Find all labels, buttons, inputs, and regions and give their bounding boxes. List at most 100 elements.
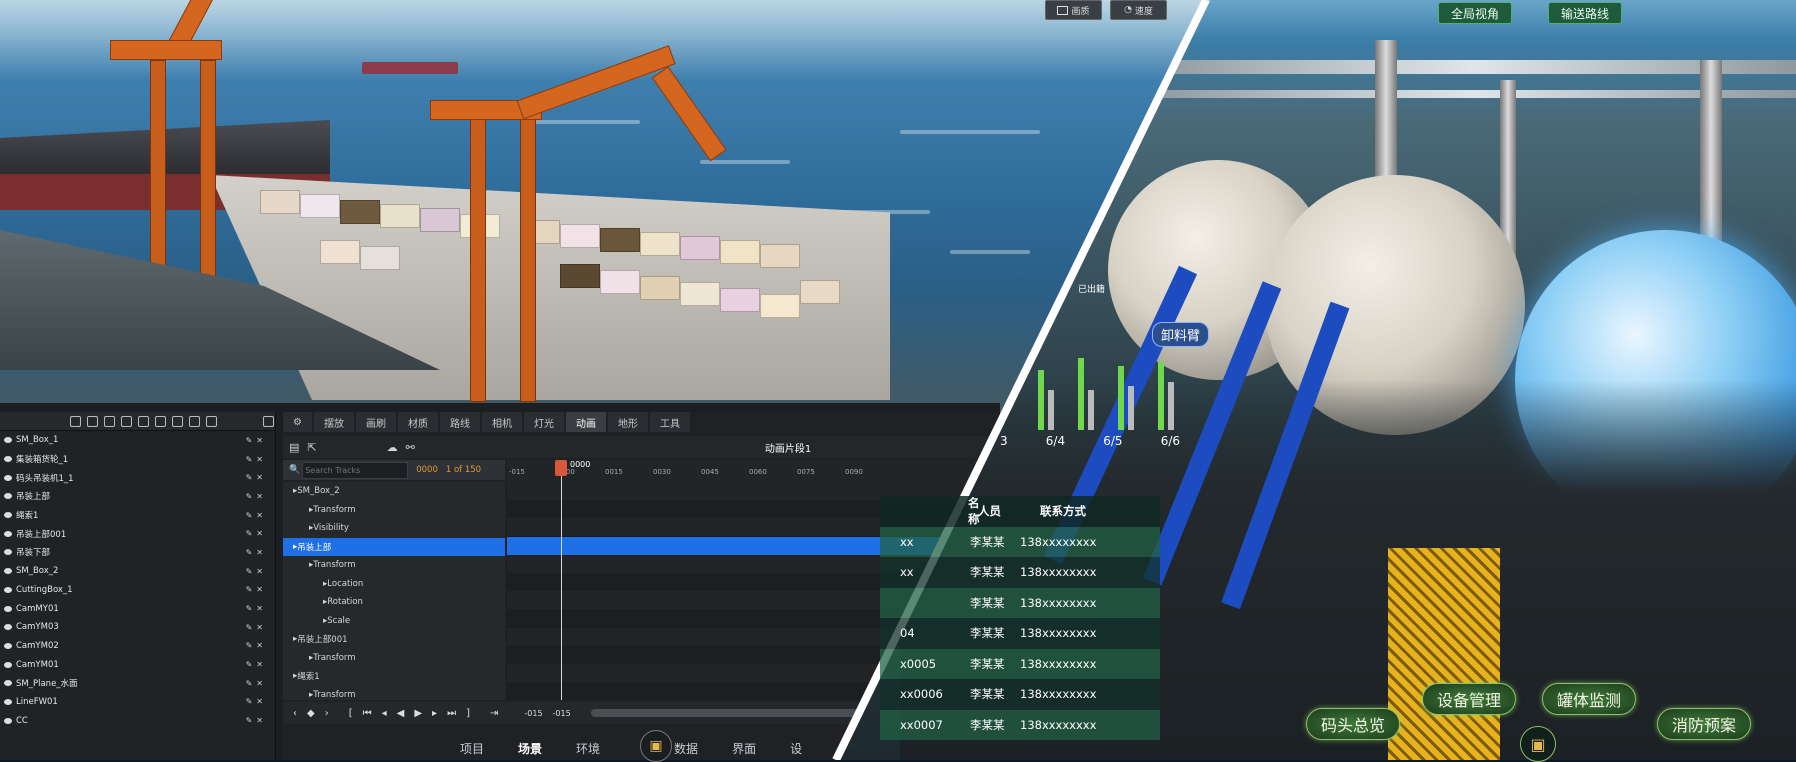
tab-6[interactable]: 动画 <box>565 412 606 432</box>
eye-icon[interactable] <box>4 624 12 631</box>
export-icon[interactable]: ⇱ <box>307 441 316 454</box>
edit-delete-icons[interactable]: ✎✕ <box>246 585 267 594</box>
loop-icon[interactable]: ⇥ <box>490 708 498 719</box>
tab-8[interactable]: 工具 <box>649 412 690 432</box>
global-view-button[interactable]: 全局视角 <box>1438 2 1513 24</box>
copy-icon[interactable] <box>138 415 149 427</box>
expand-icon[interactable] <box>70 415 81 427</box>
eye-icon[interactable] <box>4 493 12 500</box>
outliner-item[interactable]: CuttingBox_1 ✎✕ <box>0 581 275 600</box>
outliner-item[interactable]: 码头吊装机1_1 ✎✕ <box>0 468 275 487</box>
eye-icon[interactable] <box>4 512 12 519</box>
outliner-item[interactable]: CC ✎✕ <box>0 711 275 730</box>
tab-icon-settings[interactable]: ⚙ <box>283 412 312 432</box>
delivery-route-button[interactable]: 输送路线 <box>1548 2 1623 24</box>
bottom-nav-item[interactable]: 项目 <box>460 740 484 757</box>
edit-delete-icons[interactable]: ✎✕ <box>246 492 267 501</box>
speed-button[interactable]: ◔ 速度 <box>1110 0 1167 20</box>
eye-icon[interactable] <box>4 437 12 444</box>
track-row[interactable]: ▸ 吊装上部001 <box>283 630 505 649</box>
bottom-nav-item[interactable]: 场景 <box>518 740 542 757</box>
folder-icon[interactable] <box>121 415 132 427</box>
nav-tank-monitoring[interactable]: 罐体监测 <box>1542 683 1637 715</box>
edit-delete-icons[interactable]: ✎✕ <box>246 511 267 520</box>
prev-key-icon[interactable]: ‹ <box>293 708 297 719</box>
track-row[interactable]: ▸ Location <box>283 575 505 594</box>
duplicate-icon[interactable] <box>172 415 183 427</box>
tab-5[interactable]: 灯光 <box>523 412 564 432</box>
outliner-item[interactable]: CamYM03 ✎✕ <box>0 618 275 637</box>
edit-delete-icons[interactable]: ✎✕ <box>246 716 267 725</box>
go-start-icon[interactable]: ⏮ <box>363 708 372 719</box>
edit-delete-icons[interactable]: ✎✕ <box>246 567 267 576</box>
table-row[interactable]: xx 李某某 138xxxxxxxx <box>880 526 1160 557</box>
paste-icon[interactable] <box>155 415 166 427</box>
track-search-input[interactable] <box>302 461 409 479</box>
nav-terminal-overview[interactable]: 码头总览 <box>1306 708 1401 740</box>
play-icon[interactable]: ▶ <box>414 708 422 719</box>
next-key-icon[interactable]: › <box>325 708 329 719</box>
settings-icon[interactable] <box>263 415 274 427</box>
filter-icon[interactable] <box>104 415 115 427</box>
outliner-item[interactable]: CamYM02 ✎✕ <box>0 637 275 656</box>
tab-3[interactable]: 路线 <box>439 412 480 432</box>
home-icon-left[interactable]: ▣ <box>640 730 672 762</box>
eye-icon[interactable] <box>4 605 12 612</box>
outliner-item[interactable]: 吊装下部 ✎✕ <box>0 543 275 562</box>
step-back-icon[interactable]: ◂ <box>382 708 387 719</box>
nav-equipment-management[interactable]: 设备管理 <box>1422 683 1517 715</box>
track-row[interactable]: ▸ Rotation <box>283 593 505 612</box>
eye-icon[interactable] <box>4 661 12 668</box>
group-icon[interactable] <box>189 415 200 427</box>
eye-icon[interactable] <box>4 642 12 649</box>
outliner-item[interactable]: SM_Plane_水面 ✎✕ <box>0 674 275 693</box>
playhead-handle[interactable] <box>555 460 567 476</box>
unloading-arm-label[interactable]: 卸料臂 <box>1152 322 1210 347</box>
outliner-item[interactable]: 绳索1 ✎✕ <box>0 506 275 525</box>
outliner-item[interactable]: 集装箱货轮_1 ✎✕ <box>0 450 275 469</box>
outliner-item[interactable]: SM_Box_1 ✎✕ <box>0 431 275 450</box>
delete-icon[interactable] <box>206 415 217 427</box>
track-row[interactable]: ▸ Transform <box>283 649 505 668</box>
track-row[interactable]: ▸ Transform <box>283 556 505 575</box>
eye-icon[interactable] <box>4 680 12 687</box>
eye-icon[interactable] <box>4 456 12 463</box>
table-row[interactable]: x0005 李某某 138xxxxxxxx <box>880 648 1160 679</box>
add-key-icon[interactable]: ◆ <box>307 708 315 719</box>
cloud-icon[interactable]: ☁ <box>387 441 398 454</box>
quality-button[interactable]: 画质 <box>1045 0 1102 20</box>
track-row[interactable]: ▸ 吊装上部 <box>283 537 505 556</box>
bottom-nav-item[interactable]: 设 <box>790 740 802 757</box>
bottom-nav-item[interactable]: 界面 <box>732 740 756 757</box>
home-icon[interactable]: ▣ <box>1520 726 1556 762</box>
collapse-icon[interactable] <box>87 415 98 427</box>
edit-delete-icons[interactable]: ✎✕ <box>246 548 267 557</box>
list-icon[interactable]: ▤ <box>289 441 299 454</box>
outliner-item[interactable]: SM_Box_2 ✎✕ <box>0 562 275 581</box>
outliner-item[interactable]: 吊装上部 ✎✕ <box>0 487 275 506</box>
step-forward-icon[interactable]: ▸ <box>432 708 437 719</box>
edit-delete-icons[interactable]: ✎✕ <box>246 529 267 538</box>
bottom-nav-item[interactable]: 环境 <box>576 740 600 757</box>
hierarchy-icon[interactable]: ⚯ <box>406 441 415 454</box>
tab-0[interactable]: 摆放 <box>313 412 354 432</box>
tab-4[interactable]: 相机 <box>481 412 522 432</box>
tab-7[interactable]: 地形 <box>607 412 648 432</box>
track-row[interactable]: ▸ SM_Box_2 <box>283 482 505 501</box>
table-row[interactable]: 04 李某某 138xxxxxxxx <box>880 618 1160 649</box>
table-row[interactable]: xx0006 李某某 138xxxxxxxx <box>880 679 1160 710</box>
bottom-nav-item[interactable]: 数据 <box>674 740 698 757</box>
edit-delete-icons[interactable]: ✎✕ <box>246 473 267 482</box>
track-row[interactable]: ▸ Transform <box>283 501 505 520</box>
eye-icon[interactable] <box>4 474 12 481</box>
eye-icon[interactable] <box>4 530 12 537</box>
eye-icon[interactable] <box>4 568 12 575</box>
outliner-item[interactable]: CamYM01 ✎✕ <box>0 655 275 674</box>
table-row[interactable]: xx0007 李某某 138xxxxxxxx <box>880 709 1160 740</box>
table-row[interactable]: 李某某 138xxxxxxxx <box>880 587 1160 618</box>
track-row[interactable]: ▸ Visibility <box>283 519 505 538</box>
edit-delete-icons[interactable]: ✎✕ <box>246 436 267 445</box>
edit-delete-icons[interactable]: ✎✕ <box>246 679 267 688</box>
play-reverse-icon[interactable]: ◀ <box>397 708 405 719</box>
edit-delete-icons[interactable]: ✎✕ <box>246 697 267 706</box>
